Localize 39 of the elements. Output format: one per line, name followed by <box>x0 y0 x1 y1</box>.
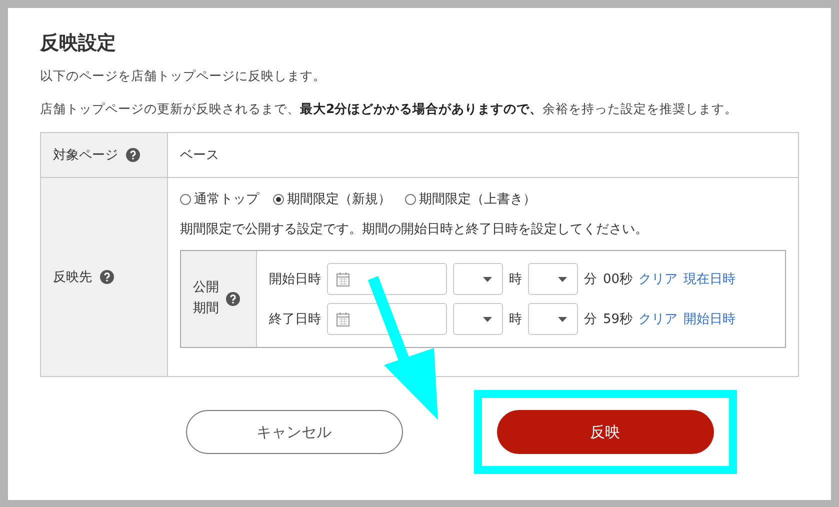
description-text: 期間限定で公開する設定です。期間の開始日時と終了日時を設定してください。 <box>180 221 649 238</box>
minute-unit: 分 <box>584 311 597 328</box>
help-icon[interactable] <box>226 292 240 306</box>
radio-option[interactable]: 期間限定（上書き） <box>405 190 536 208</box>
calendar-icon <box>336 272 350 286</box>
target-value: ベース <box>180 148 219 163</box>
caret-icon <box>483 276 492 282</box>
cancel-button[interactable]: キャンセル <box>186 410 402 454</box>
target-label: 対象ページ <box>53 147 118 164</box>
action-link[interactable]: クリア <box>638 270 678 288</box>
action-link[interactable]: クリア <box>638 310 678 328</box>
date-label: 開始日時 <box>269 271 321 288</box>
seconds-text: 59秒 <box>603 311 633 328</box>
calendar-icon <box>336 312 350 326</box>
caret-icon <box>558 316 567 322</box>
radio-icon[interactable] <box>405 194 416 204</box>
radio-option[interactable]: 通常トップ <box>180 190 259 208</box>
caret-icon <box>558 276 567 282</box>
apply-button[interactable]: 反映 <box>496 410 714 454</box>
dialog-title: 反映設定 <box>40 31 117 56</box>
period-label: 公開期間 <box>193 279 220 318</box>
minute-unit: 分 <box>584 271 597 288</box>
destination-label: 反映先 <box>53 269 92 286</box>
radio-option[interactable]: 期間限定（新規） <box>273 190 391 208</box>
action-link[interactable]: 現在日時 <box>684 270 736 288</box>
intro-text: 以下のページを店舗トップページに反映します。 <box>40 68 327 85</box>
date-field[interactable] <box>327 263 447 295</box>
help-icon[interactable] <box>100 270 114 284</box>
action-link[interactable]: 開始日時 <box>684 310 736 328</box>
date-label: 終了日時 <box>269 311 321 328</box>
radio-icon[interactable] <box>273 194 284 204</box>
radio-icon[interactable] <box>180 194 191 204</box>
seconds-text: 00秒 <box>603 271 633 288</box>
help-icon[interactable] <box>126 148 140 162</box>
caret-icon <box>483 316 492 322</box>
date-field[interactable] <box>327 303 447 335</box>
hour-unit: 時 <box>509 311 522 328</box>
hour-unit: 時 <box>509 271 522 288</box>
notice-text: 店舗トップページの更新が反映されるまで、最大2分ほどかかる場合がありますので、余裕を持った設定を推奨します。 <box>40 101 739 118</box>
